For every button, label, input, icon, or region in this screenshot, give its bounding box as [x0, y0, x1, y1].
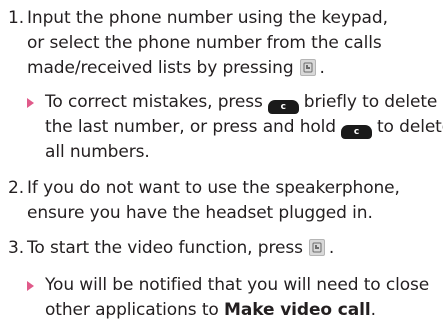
clear-key-label: c [280, 102, 286, 112]
step-number: 1. [8, 8, 25, 28]
step-number: 2. [8, 178, 25, 198]
step-line: ensure you have the headset plugged in. [27, 203, 373, 223]
bullet-text: To correct mistakes, press c briefly to de… [45, 90, 443, 165]
step-line: or select the phone number from the call… [27, 33, 382, 53]
step-line-end: . [319, 58, 325, 78]
manual-page: 1. Input the phone number using the keyp… [0, 0, 443, 336]
bullet-line: the last number, or press and hold c to de… [45, 115, 443, 140]
bullet-line: all numbers. [45, 142, 150, 162]
bullet-line-text: briefly to delete [303, 92, 438, 112]
video-call-key-icon [299, 59, 316, 76]
bullet-line-text: to delete [376, 117, 443, 137]
bullet-line-end: . [370, 300, 376, 320]
clear-key-icon: c [267, 100, 299, 114]
step-line: If you do not want to use the speakerpho… [27, 178, 400, 198]
step-line: made/received lists by pressing. [27, 56, 437, 81]
step-text: If you do not want to use the speakerpho… [27, 176, 437, 226]
step-number: 3. [8, 238, 25, 258]
bullet-text: You will be notified that you will need … [45, 273, 443, 323]
step-text: Input the phone number using the keypad,… [27, 6, 437, 81]
step-line-text: To start the video function, press [27, 238, 303, 258]
clear-key-icon: c [340, 125, 372, 139]
clear-key-label: c [353, 127, 360, 137]
step-line: To start the video function, press. [27, 236, 437, 261]
step-line: Input the phone number using the keypad, [27, 8, 388, 28]
bullet-line: other applications to Make video call. [45, 298, 443, 323]
bullet-line: You will be notified that you will need … [45, 275, 430, 295]
bullet-arrow-icon [27, 98, 34, 108]
video-call-key-icon [308, 239, 325, 256]
bullet-line-text: To correct mistakes, press [45, 92, 263, 112]
step-text: To start the video function, press. [27, 236, 437, 261]
step-line-text: made/received lists by pressing [27, 58, 294, 78]
step-line-end: . [328, 238, 335, 258]
bullet-line: To correct mistakes, press c briefly to de… [45, 90, 443, 115]
bullet-arrow-icon [27, 281, 34, 291]
bullet-line-text: other applications to [45, 300, 219, 320]
bullet-line-text: the last number, or press and hold [45, 117, 336, 137]
make-video-call-label: Make video call [224, 300, 371, 320]
